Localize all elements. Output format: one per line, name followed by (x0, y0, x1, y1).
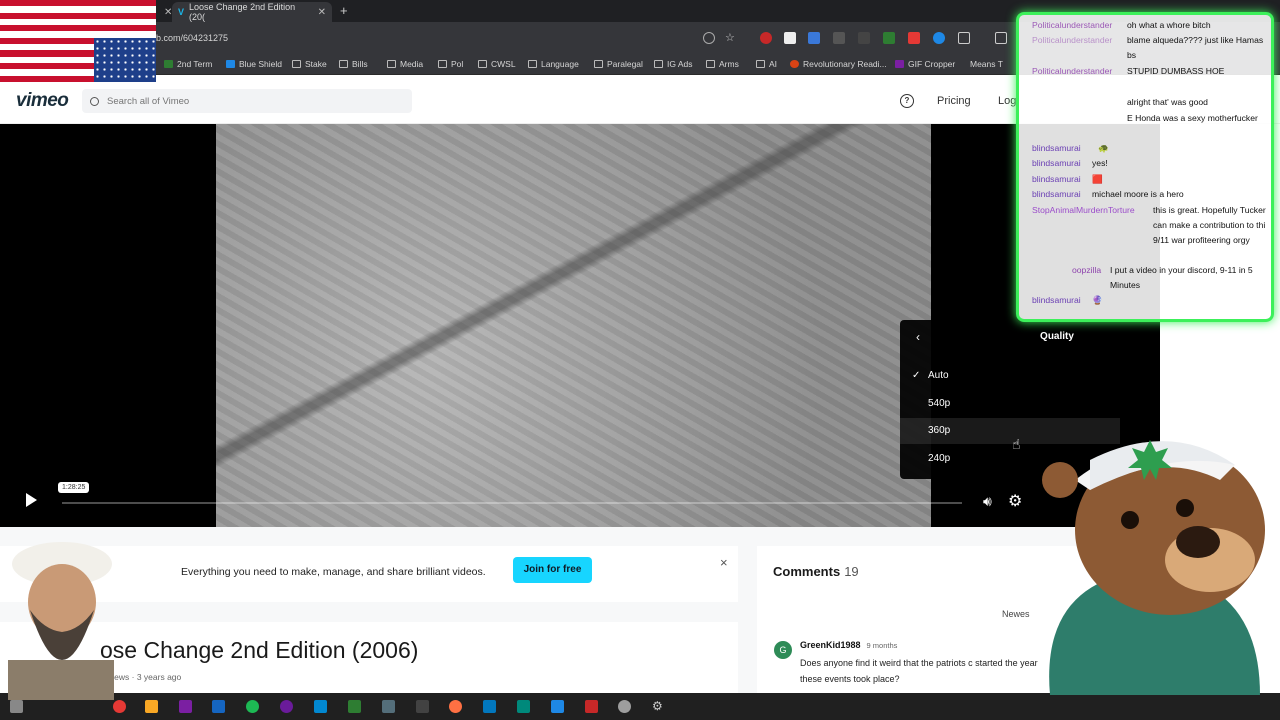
quality-title: Quality (1040, 331, 1074, 342)
help-icon[interactable]: ? (900, 94, 914, 108)
settings-icon[interactable]: ⚙ (652, 700, 665, 713)
bookmark-ai[interactable]: AI (756, 59, 777, 69)
promo-text: Everything you need to make, manage, and… (181, 566, 486, 578)
shield-icon (226, 60, 235, 68)
folder-icon (339, 60, 348, 68)
folder-icon (528, 60, 537, 68)
video-title: ose Change 2nd Edition (2006) (100, 637, 419, 663)
pricing-link[interactable]: Pricing (937, 95, 971, 107)
extension-puzzle-icon[interactable] (958, 32, 970, 44)
search-icon (90, 96, 99, 106)
tab-vimeo[interactable]: V Loose Change 2nd Edition (20( ✕ (172, 2, 332, 22)
folder-icon (756, 60, 765, 68)
join-for-free-button[interactable]: Join for free (513, 557, 592, 583)
comment-user[interactable]: GreenKid1988 9 months (800, 640, 897, 650)
app-green-icon[interactable] (348, 700, 361, 713)
extension-doc-icon[interactable] (784, 32, 796, 44)
extension-translate-icon[interactable] (808, 32, 820, 44)
bookmark-arms[interactable]: Arms (706, 59, 739, 69)
gif-icon (895, 60, 904, 68)
login-link[interactable]: Log (998, 95, 1016, 107)
windows-taskbar: ⚙ (0, 693, 1280, 720)
quality-option-auto[interactable]: ✓ Auto (900, 363, 1120, 389)
app-light-icon[interactable] (618, 700, 631, 713)
stream-chat-overlay: Politicalunderstander oh what a whore bi… (1016, 12, 1274, 322)
volume-icon[interactable]: 🔊︎ (983, 493, 992, 510)
bookmark-2nd-term[interactable]: 2nd Term (164, 59, 212, 69)
app-purple-icon[interactable] (280, 700, 293, 713)
folder-icon (387, 60, 396, 68)
checkmark-icon: ✓ (912, 370, 921, 381)
new-tab-button[interactable]: + (340, 3, 348, 18)
us-flag-overlay (0, 0, 156, 82)
timecode-tooltip: 1:28:25 (58, 482, 90, 493)
bookmark-ig-ads[interactable]: IG Ads (654, 59, 693, 69)
bear-mascot-image (1042, 440, 1265, 695)
folder-icon (438, 60, 447, 68)
extension-green-icon[interactable] (883, 32, 895, 44)
extension-grid-icon[interactable] (833, 32, 845, 44)
app-blue-icon[interactable] (314, 700, 327, 713)
extension-red-icon[interactable] (760, 32, 772, 44)
folder-icon (706, 60, 715, 68)
bookmark-cwsl[interactable]: CWSL (478, 59, 516, 69)
video-frame-aerial-view[interactable] (216, 124, 931, 527)
bookmark-paralegal[interactable]: Paralegal (594, 59, 643, 69)
avatar[interactable]: G (774, 641, 792, 659)
quality-option-540p[interactable]: 540p (900, 391, 1120, 417)
tab-label: Loose Change 2nd Edition (20( (189, 2, 296, 22)
bookmark-pol[interactable]: Pol (438, 59, 463, 69)
app-azure-icon[interactable] (483, 700, 496, 713)
folder-icon (654, 60, 663, 68)
sidebar-toggle-icon[interactable] (995, 32, 1007, 44)
eye-slash-icon[interactable] (703, 32, 715, 44)
folder-icon (478, 60, 487, 68)
page-body: Everything you need to make, manage, and… (0, 527, 1160, 694)
osama-cutout-image (8, 542, 114, 700)
play-icon[interactable] (26, 493, 37, 507)
onenote-icon[interactable] (179, 700, 192, 713)
app-red-icon[interactable] (585, 700, 598, 713)
windows-start-icon[interactable] (10, 700, 23, 713)
vimeo-favicon-icon: V (178, 7, 185, 17)
url-field[interactable]: b.com/604231275 (156, 33, 228, 43)
word-icon[interactable] (212, 700, 225, 713)
app-teal-icon[interactable] (517, 700, 530, 713)
bookmark-revolutionary[interactable]: Revolutionary Readi... (790, 59, 887, 69)
app-dark-icon[interactable] (416, 700, 429, 713)
extension-red2-icon[interactable] (908, 32, 920, 44)
bookmark-blue-shield[interactable]: Blue Shield (226, 59, 282, 69)
bookmark-stake[interactable]: Stake (292, 59, 327, 69)
close-icon[interactable]: × (720, 555, 728, 570)
firefox-icon[interactable] (449, 700, 462, 713)
comments-heading: Comments 19 (773, 564, 859, 579)
file-explorer-icon[interactable] (145, 700, 158, 713)
chrome-icon[interactable] (113, 700, 126, 713)
progress-bar[interactable] (62, 502, 962, 504)
comment-text: Does anyone find it weird that the patri… (800, 658, 1038, 684)
stake-icon (292, 60, 301, 68)
app-gray-icon[interactable] (382, 700, 395, 713)
bookmark-gif-cropper[interactable]: GIF Cropper (895, 59, 955, 69)
bookmark-means[interactable]: Means T (970, 59, 1003, 69)
messenger-icon[interactable] (551, 700, 564, 713)
extension-gray-icon[interactable] (858, 32, 870, 44)
search-input[interactable] (107, 95, 397, 107)
star-icon[interactable]: ☆ (725, 32, 737, 44)
spotify-icon[interactable] (246, 700, 259, 713)
vimeo-logo[interactable]: vimeo (16, 90, 69, 112)
bookmark-media[interactable]: Media (387, 59, 423, 69)
screen: ✕ V Loose Change 2nd Edition (20( ✕ + b.… (0, 0, 1280, 720)
folder-icon (164, 60, 173, 68)
tab-close-icon[interactable]: ✕ (318, 7, 326, 18)
flag-stars (94, 38, 156, 82)
search-box[interactable] (82, 89, 412, 113)
bookmark-language[interactable]: Language (528, 59, 579, 69)
folder-icon (594, 60, 603, 68)
extension-play-icon[interactable] (933, 32, 945, 44)
bookmark-bills[interactable]: Bills (339, 59, 368, 69)
globe-icon (790, 60, 799, 68)
